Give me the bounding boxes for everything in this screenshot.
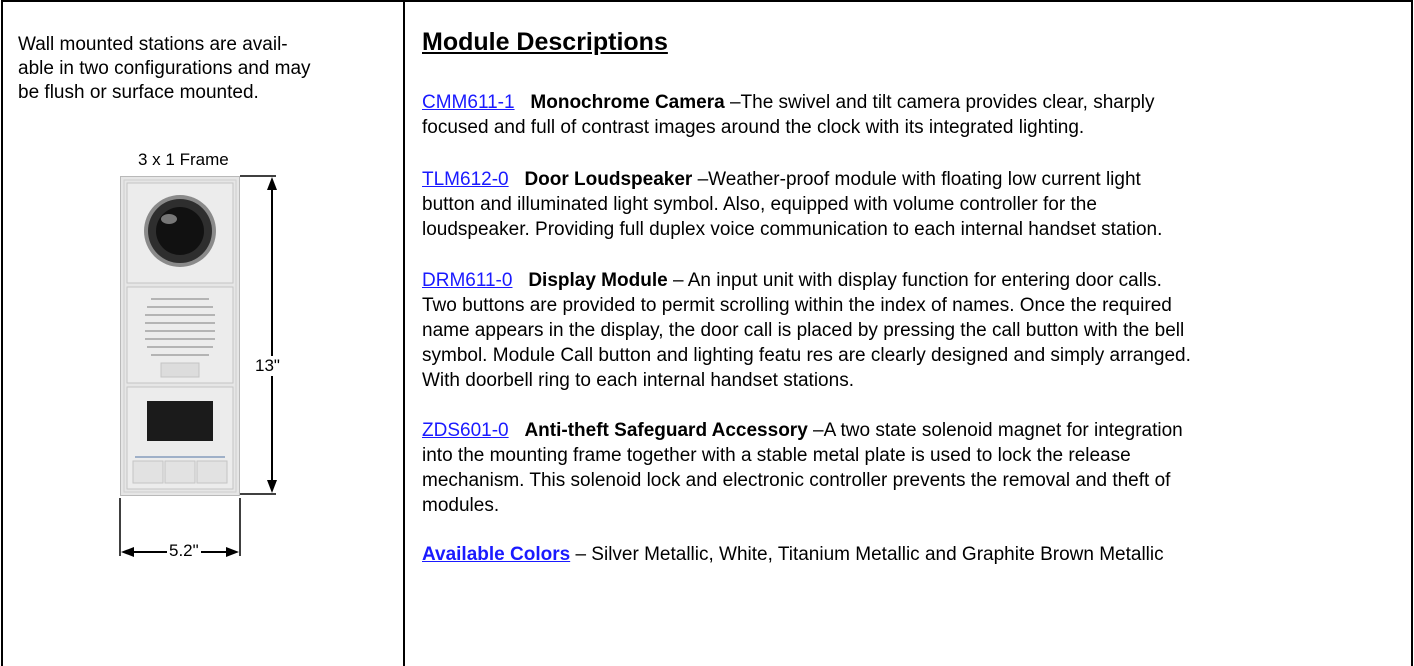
colors-text: – Silver Metallic, White, Titanium Metal…: [570, 544, 1164, 565]
module-text: –Weather-proof module with floating low …: [692, 169, 1141, 190]
module-text: – An input unit with display function fo…: [667, 270, 1162, 291]
module-code-link[interactable]: TLM612-0: [422, 169, 509, 190]
module-text: loudspeaker. Providing full duplex voice…: [422, 219, 1163, 240]
module-description: DRM611-0 Display Module – An input unit …: [422, 268, 1397, 393]
section-heading: Module Descriptions: [422, 28, 668, 56]
module-text: modules.: [422, 495, 500, 516]
module-text: name appears in the display, the door ca…: [422, 320, 1185, 341]
dimension-lines: [119, 175, 277, 557]
module-text: button and illuminated light symbol. Als…: [422, 194, 1097, 215]
module-text: into the mounting frame together with a …: [422, 445, 1131, 466]
module-code-link[interactable]: CMM611-1: [422, 92, 515, 113]
module-text: With doorbell ring to each internal hand…: [422, 370, 854, 391]
module-name: Monochrome Camera: [530, 92, 725, 113]
module-text: Two buttons are provided to permit scrol…: [422, 295, 1172, 316]
module-text: focused and full of contrast images arou…: [422, 117, 1085, 138]
module-name: Door Loudspeaker: [524, 169, 693, 190]
width-dimension-label: 5.2": [167, 541, 201, 561]
module-text: symbol. Module Call button and lighting …: [422, 345, 1191, 366]
module-code-link[interactable]: DRM611-0: [422, 270, 512, 291]
module-name: Display Module: [528, 270, 668, 291]
module-description: ZDS601-0 Anti-theft Safeguard Accessory …: [422, 418, 1397, 518]
module-name: Anti-theft Safeguard Accessory: [524, 420, 808, 441]
module-text: mechanism. This solenoid lock and electr…: [422, 470, 1171, 491]
colors-line: Available Colors – Silver Metallic, Whit…: [422, 542, 1397, 567]
height-dimension-label: 13": [255, 356, 280, 376]
module-text: –A two state solenoid magnet for integra…: [807, 420, 1183, 441]
module-text: –The swivel and tilt camera provides cle…: [724, 92, 1155, 113]
available-colors-link[interactable]: Available Colors: [422, 544, 570, 565]
module-description: CMM611-1 Monochrome Camera –The swivel a…: [422, 90, 1397, 140]
module-description: TLM612-0 Door Loudspeaker –Weather-proof…: [422, 167, 1397, 242]
module-code-link[interactable]: ZDS601-0: [422, 420, 509, 441]
